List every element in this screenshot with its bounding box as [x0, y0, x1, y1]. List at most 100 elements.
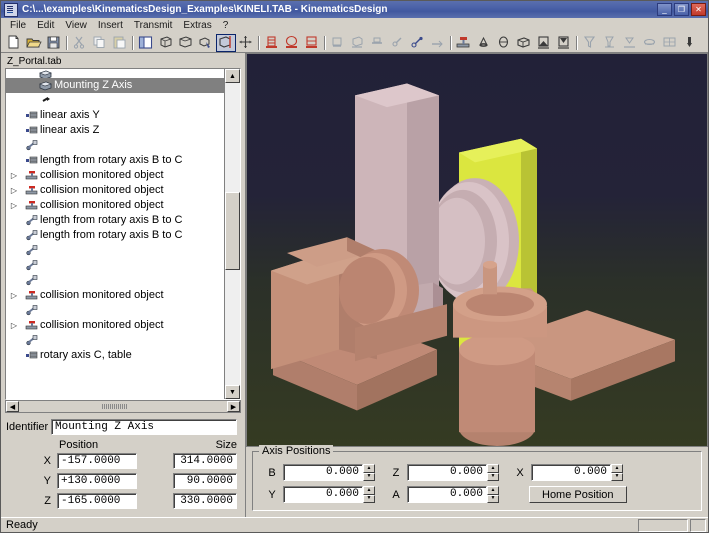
expand-triangle-icon[interactable]: ▷ [8, 183, 20, 198]
toolbar-kinematic-chain-button[interactable] [408, 34, 428, 52]
tab-z-portal[interactable]: Z_Portal.tab [4, 56, 65, 68]
scroll-thumb[interactable] [225, 191, 240, 271]
toolbar-rotary-axis-button[interactable] [388, 34, 408, 52]
menu-item-transmit[interactable]: Transmit [129, 19, 179, 32]
toolbar-table-button[interactable] [640, 34, 660, 52]
minimize-button[interactable]: _ [657, 3, 672, 16]
tree-horizontal-scrollbar[interactable]: ◀ ▶ [5, 400, 241, 413]
tree-item[interactable]: length from rotary axis B to C [6, 213, 224, 228]
axis-spinner-b[interactable]: 0.000 ▲ ▼ [283, 464, 375, 481]
menu-item-extras[interactable]: Extras [178, 19, 217, 32]
menu-item-view[interactable]: View [60, 19, 93, 32]
spin-down-icon-z[interactable]: ▼ [487, 472, 499, 481]
maximize-button[interactable]: ❐ [674, 3, 689, 16]
toolbar-linear-axis-z-button[interactable] [368, 34, 388, 52]
axis-spinner-z[interactable]: 0.000 ▲ ▼ [407, 464, 499, 481]
toolbar-fixture-button[interactable] [600, 34, 620, 52]
spin-up-icon-a[interactable]: ▲ [487, 486, 499, 495]
axis-input-a[interactable]: 0.000 [407, 486, 487, 503]
hscroll-grip[interactable] [102, 404, 129, 409]
toolbar-workpiece-left-button[interactable] [534, 34, 554, 52]
tree-item[interactable]: ▷ collision monitored object [6, 288, 224, 303]
object-tree[interactable]: Mounting Z Axis linear axis Y linear axis … [6, 69, 224, 399]
tree-item[interactable]: linear axis Z [6, 123, 224, 138]
viewport-3d[interactable] [246, 53, 708, 447]
toolbar-open-file-button[interactable] [24, 34, 44, 52]
toolbar-pick-object-button[interactable] [196, 34, 216, 52]
toolbar-tool-link-button[interactable] [428, 34, 448, 52]
position-input-z[interactable]: -165.0000 [57, 493, 137, 509]
menu-item-insert[interactable]: Insert [93, 19, 129, 32]
size-input-z[interactable]: 330.0000 [173, 493, 237, 509]
tree-vertical-scrollbar[interactable]: ▲ ▼ [224, 69, 240, 399]
spin-down-icon-y[interactable]: ▼ [363, 494, 375, 503]
scroll-track[interactable] [225, 83, 240, 385]
axis-spin-buttons-a[interactable]: ▲ ▼ [487, 486, 499, 503]
spin-up-icon-x[interactable]: ▲ [611, 464, 623, 473]
toolbar-linear-axis-x-button[interactable] [328, 34, 348, 52]
scroll-left-button[interactable]: ◀ [6, 401, 19, 412]
tree-item[interactable] [6, 273, 224, 288]
toolbar-save-file-button[interactable] [44, 34, 64, 52]
axis-spin-buttons-b[interactable]: ▲ ▼ [363, 464, 375, 481]
expand-triangle-icon[interactable]: ▷ [8, 288, 20, 303]
toolbar-machine-block-button[interactable] [302, 34, 322, 52]
axis-input-b[interactable]: 0.000 [283, 464, 363, 481]
toolbar-paste-button[interactable] [110, 34, 130, 52]
spin-down-icon-x[interactable]: ▼ [611, 472, 623, 481]
toolbar-cone-solid-button[interactable] [474, 34, 494, 52]
tree-item[interactable] [6, 93, 224, 108]
spin-up-icon-y[interactable]: ▲ [363, 486, 375, 495]
tree-item[interactable] [6, 138, 224, 153]
expand-triangle-icon[interactable]: ▷ [8, 318, 20, 333]
size-input-y[interactable]: 90.0000 [173, 473, 237, 489]
axis-input-x[interactable]: 0.000 [531, 464, 611, 481]
toolbar-filter-button[interactable] [580, 34, 600, 52]
toolbar-machine-round-button[interactable] [282, 34, 302, 52]
close-button[interactable]: ✕ [691, 3, 706, 16]
spin-down-icon-a[interactable]: ▼ [487, 494, 499, 503]
spin-up-icon-b[interactable]: ▲ [363, 464, 375, 473]
axis-spinner-y[interactable]: 0.000 ▲ ▼ [283, 486, 375, 503]
toolbar-measure-box-button[interactable] [216, 33, 236, 52]
spin-down-icon-b[interactable]: ▼ [363, 472, 375, 481]
size-input-x[interactable]: 314.0000 [173, 453, 237, 469]
axis-spin-buttons-z[interactable]: ▲ ▼ [487, 464, 499, 481]
tree-item[interactable] [6, 303, 224, 318]
scroll-down-button[interactable]: ▼ [225, 385, 240, 399]
tree-item[interactable]: ▷ collision monitored object [6, 183, 224, 198]
axis-spin-buttons-x[interactable]: ▲ ▼ [611, 464, 623, 481]
tree-item[interactable] [6, 243, 224, 258]
scroll-right-button[interactable]: ▶ [227, 401, 240, 412]
toolbar-tree-view-button[interactable] [136, 34, 156, 52]
axis-spinner-a[interactable]: 0.000 ▲ ▼ [407, 486, 499, 503]
toolbar-sphere-solid-button[interactable] [494, 34, 514, 52]
tree-item[interactable] [6, 333, 224, 348]
scroll-up-button[interactable]: ▲ [225, 69, 240, 83]
tree-item[interactable]: Mounting Z Axis [6, 78, 224, 93]
position-input-x[interactable]: -157.0000 [57, 453, 137, 469]
toolbar-collision-object-button[interactable] [454, 34, 474, 52]
position-input-y[interactable]: +130.0000 [57, 473, 137, 489]
identifier-input[interactable]: Mounting Z Axis [51, 419, 237, 435]
toolbar-box-view-button[interactable] [176, 34, 196, 52]
spin-up-icon-z[interactable]: ▲ [487, 464, 499, 473]
tree-item[interactable]: ▷ collision monitored object [6, 198, 224, 213]
menu-item-edit[interactable]: Edit [32, 19, 60, 32]
toolbar-new-file-button[interactable] [4, 34, 24, 52]
toolbar-probe-button[interactable] [680, 34, 700, 52]
axis-spin-buttons-y[interactable]: ▲ ▼ [363, 486, 375, 503]
tree-item[interactable]: rotary axis C, table [6, 348, 224, 363]
axis-input-z[interactable]: 0.000 [407, 464, 487, 481]
toolbar-cube-solid-button[interactable] [514, 34, 534, 52]
tree-item[interactable]: ▷ collision monitored object [6, 318, 224, 333]
expand-triangle-icon[interactable]: ▷ [8, 168, 20, 183]
home-position-button[interactable]: Home Position [529, 486, 627, 503]
toolbar-machine-column-button[interactable] [262, 34, 282, 52]
axis-input-y[interactable]: 0.000 [283, 486, 363, 503]
toolbar-cut-button[interactable] [70, 34, 90, 52]
toolbar-linear-axis-y-button[interactable] [348, 34, 368, 52]
menu-item-file[interactable]: File [5, 19, 32, 32]
tree-item[interactable]: length from rotary axis B to C [6, 153, 224, 168]
tree-item[interactable]: length from rotary axis B to C [6, 228, 224, 243]
